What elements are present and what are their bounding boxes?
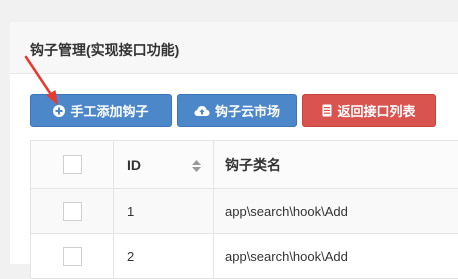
row-class-name: app\search\hook\Add — [225, 248, 348, 264]
hook-market-label: 钩子云市场 — [214, 104, 280, 119]
row-select-cell — [30, 189, 114, 233]
row-id: 2 — [114, 234, 214, 278]
table-header-row: ID 钩子类名 — [30, 141, 458, 189]
table-row: 1 app\search\hook\Add — [30, 189, 458, 234]
hook-market-button[interactable]: 钩子云市场 — [177, 94, 297, 127]
add-hook-button[interactable]: 手工添加钩子 — [30, 94, 172, 127]
sort-icon[interactable] — [192, 159, 201, 175]
row-select-cell — [30, 234, 114, 278]
id-column-header[interactable]: ID — [114, 141, 214, 188]
add-hook-label: 手工添加钩子 — [70, 104, 149, 119]
hooks-table: ID 钩子类名 1 app\search\hook\Add 2 app\sear… — [30, 140, 458, 279]
back-to-interfaces-button[interactable]: 返回接口列表 — [302, 94, 436, 127]
row-checkbox[interactable] — [62, 246, 82, 266]
select-all-cell — [30, 141, 114, 188]
plus-circle-icon — [53, 104, 66, 117]
panel-header: 钩子管理(实现接口功能) — [10, 22, 458, 74]
class-name-column-header: 钩子类名 — [214, 141, 458, 188]
table-row: 2 app\search\hook\Add — [30, 234, 458, 279]
page-title: 钩子管理(实现接口功能) — [30, 42, 180, 58]
row-class-name: app\search\hook\Add — [225, 203, 348, 219]
class-name-header-label: 钩子类名 — [225, 156, 281, 173]
back-to-interfaces-label: 返回接口列表 — [337, 104, 416, 119]
hooks-panel: 钩子管理(实现接口功能) 手工添加钩子 钩子云市场 返回接口列表 ID 钩子类名… — [10, 22, 458, 279]
cloud-upload-icon — [194, 105, 210, 117]
document-icon — [322, 104, 332, 117]
id-header-label: ID — [127, 156, 141, 173]
row-checkbox[interactable] — [62, 201, 82, 221]
select-all-checkbox[interactable] — [62, 155, 82, 174]
row-id: 1 — [114, 189, 214, 233]
